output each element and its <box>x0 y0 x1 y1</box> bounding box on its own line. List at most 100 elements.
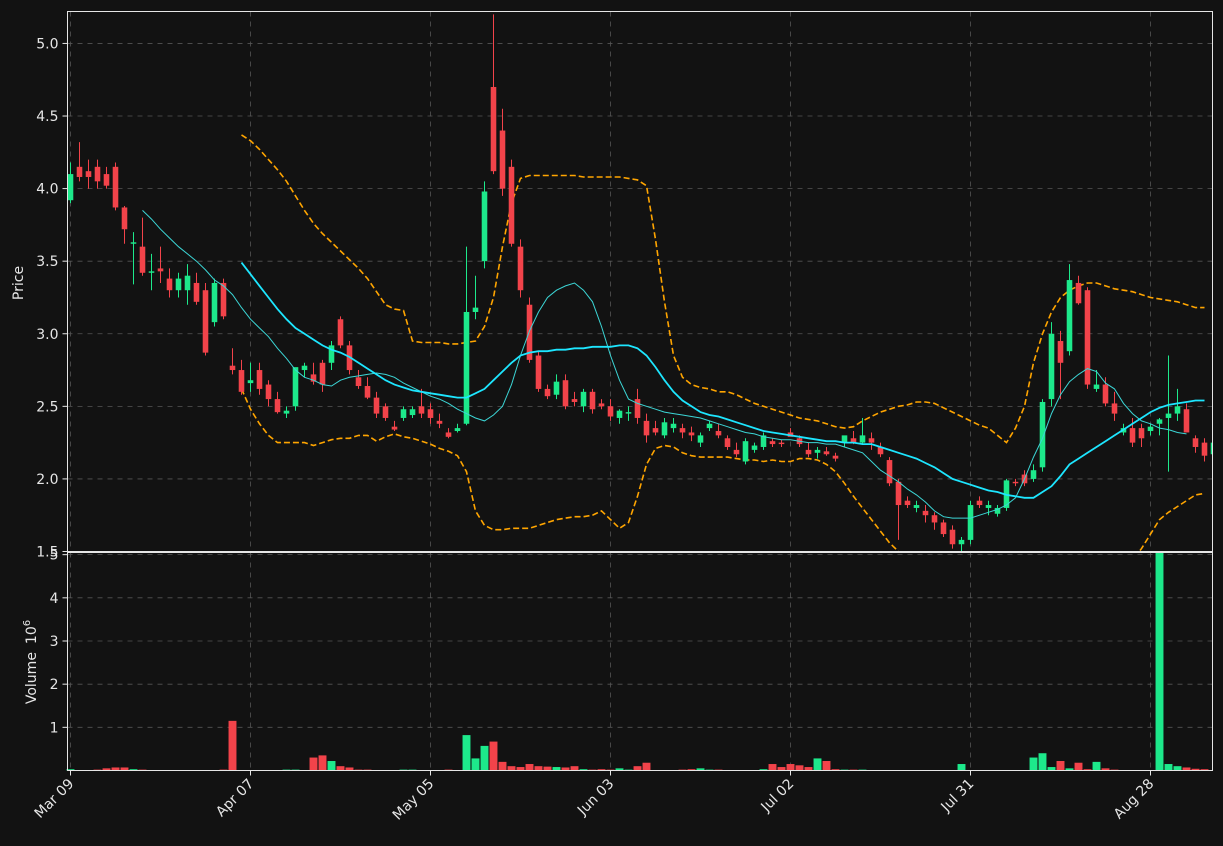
candle-body <box>1184 409 1190 432</box>
price-tick-label: 4.5 <box>36 109 58 125</box>
volume-layer <box>67 553 1209 771</box>
candle-body <box>203 290 209 352</box>
volume-bar <box>643 763 651 771</box>
candle-body <box>320 363 326 385</box>
candle-body <box>824 451 830 454</box>
candle-body <box>734 450 740 454</box>
candle-body <box>167 279 173 291</box>
candle-body <box>986 505 992 508</box>
candle-body <box>437 421 443 424</box>
candle-body <box>149 271 155 272</box>
candle-body <box>1067 280 1073 351</box>
volume-tick-label: 5 <box>50 548 59 564</box>
candle-body <box>392 427 398 430</box>
date-tick-label: Apr 07 <box>213 776 257 820</box>
candle-body <box>806 450 812 454</box>
candle-body <box>482 192 488 262</box>
candle-body <box>140 247 146 273</box>
candle-body <box>158 268 164 271</box>
candle-body <box>185 276 191 291</box>
candle-body <box>896 482 902 505</box>
volume-bar <box>535 766 543 770</box>
price-tick-label: 5.0 <box>36 36 58 52</box>
volume-bar <box>1030 758 1038 771</box>
candle-body <box>869 438 875 442</box>
candle-body <box>581 392 587 407</box>
candle-body <box>815 450 821 453</box>
candle-body <box>86 171 92 177</box>
candle-body <box>77 167 83 177</box>
candle-body <box>500 131 506 189</box>
stock-chart: 1.52.02.53.03.54.04.55.012345Mar 09Apr 0… <box>0 0 1223 842</box>
candlestick-layer <box>68 14 1217 551</box>
candle-body <box>113 167 119 208</box>
volume-bar <box>958 764 966 770</box>
volume-tick-label: 1 <box>50 720 59 736</box>
candle-body <box>1130 428 1136 443</box>
candle-body <box>662 422 668 435</box>
candle-body <box>671 424 677 428</box>
candle-body <box>401 409 407 418</box>
volume-bar <box>823 761 831 770</box>
candle-body <box>104 174 110 186</box>
candle-body <box>131 242 137 243</box>
candle-body <box>914 505 920 508</box>
moving-averages <box>143 210 1205 518</box>
candle-body <box>176 279 182 291</box>
volume-bar <box>337 766 345 770</box>
volume-tick-label: 4 <box>50 591 59 607</box>
volume-tick-label: 2 <box>50 677 59 693</box>
candle-body <box>1112 403 1118 413</box>
candle-body <box>293 367 299 406</box>
volume-bar <box>796 765 804 770</box>
candle-body <box>122 207 128 229</box>
candle-body <box>257 370 263 389</box>
date-tick-label: May 05 <box>390 776 438 824</box>
date-tick-label: Aug 28 <box>1111 776 1157 822</box>
volume-bar <box>328 761 336 770</box>
candle-body <box>563 380 569 406</box>
volume-bar <box>778 767 786 770</box>
candle-body <box>1040 402 1046 467</box>
candle-body <box>95 167 101 182</box>
volume-bar <box>814 758 822 770</box>
candle-body <box>365 386 371 398</box>
price-tick-label: 3.0 <box>36 327 58 343</box>
candle-body <box>626 412 632 413</box>
candle-body <box>1103 385 1109 404</box>
volume-bar <box>1165 764 1173 770</box>
candle-body <box>635 399 641 418</box>
chart-svg: 1.52.02.53.03.54.04.55.012345Mar 09Apr 0… <box>0 0 1223 842</box>
volume-bar <box>1174 766 1182 770</box>
candle-body <box>1157 419 1163 423</box>
candle-body <box>1139 428 1145 438</box>
candle-body <box>689 432 695 435</box>
candle-body <box>770 441 776 444</box>
volume-bar <box>571 766 579 770</box>
candle-body <box>887 460 893 483</box>
volume-bar <box>1156 553 1164 771</box>
candle-body <box>239 370 245 392</box>
volume-bar <box>769 764 777 770</box>
candle-body <box>266 385 272 400</box>
volume-tick-label: 3 <box>50 634 59 650</box>
candle-body <box>617 411 623 418</box>
candle-body <box>284 411 290 414</box>
candle-body <box>1031 470 1037 479</box>
short-moving-average-line <box>143 210 1187 518</box>
candle-body <box>1094 385 1100 389</box>
candle-body <box>1058 341 1064 363</box>
date-tick-label: Jun 03 <box>574 776 617 819</box>
volume-bar <box>517 767 525 770</box>
volume-bar <box>544 767 552 771</box>
candle-body <box>779 443 785 444</box>
candle-body <box>653 428 659 432</box>
volume-bar <box>319 755 327 770</box>
price-panel-frame <box>68 12 1213 552</box>
candle-body <box>536 356 542 389</box>
price-tick-label: 4.0 <box>36 182 58 198</box>
volume-exponent-base: 10 <box>24 626 40 644</box>
volume-bar <box>1039 753 1047 770</box>
candle-body <box>383 406 389 418</box>
candle-body <box>248 380 254 383</box>
